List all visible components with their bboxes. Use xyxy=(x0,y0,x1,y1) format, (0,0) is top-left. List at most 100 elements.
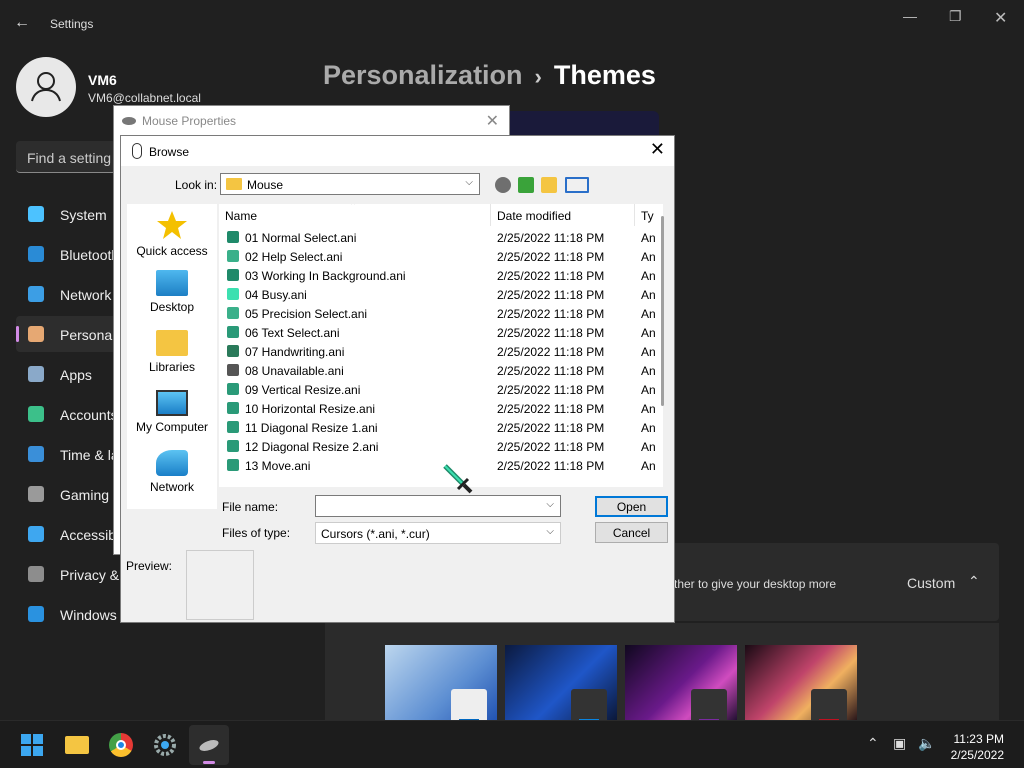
clock[interactable]: 11:23 PM 2/25/2022 xyxy=(951,731,1004,763)
place-my-computer[interactable]: My Computer xyxy=(127,390,217,434)
close-icon[interactable]: ✕ xyxy=(486,111,499,131)
sidebar-item-privacy[interactable]: Privacy & security xyxy=(16,556,126,592)
file-row[interactable]: 04 Busy.ani 2/25/2022 11:18 PM An xyxy=(219,285,656,304)
file-date: 2/25/2022 11:18 PM xyxy=(497,307,605,321)
file-row[interactable]: 05 Precision Select.ani 2/25/2022 11:18 P… xyxy=(219,304,656,323)
file-date: 2/25/2022 11:18 PM xyxy=(497,269,605,283)
chevron-down-icon: ⌵ xyxy=(546,526,554,537)
computer-icon xyxy=(156,390,188,416)
sidebar-item-label: Windows Update xyxy=(60,607,126,623)
place-label: Desktop xyxy=(149,300,195,314)
file-date: 2/25/2022 11:18 PM xyxy=(497,440,605,454)
sword-cursor-icon xyxy=(443,464,473,494)
column-header-type[interactable]: Ty xyxy=(635,204,663,226)
column-header-name[interactable]: Name xyxy=(219,204,491,226)
cursor-file-icon xyxy=(227,307,239,319)
clock-date: 2/25/2022 xyxy=(950,748,1004,762)
sidebar-item-label: Accounts xyxy=(60,407,118,423)
sidebar-item-personalization[interactable]: Personalization xyxy=(16,316,126,352)
file-row[interactable]: 03 Working In Background.ani 2/25/2022 11… xyxy=(219,266,656,285)
sidebar-item-apps[interactable]: Apps xyxy=(16,356,126,392)
nav-icon xyxy=(28,206,44,222)
file-row[interactable]: 01 Normal Select.ani 2/25/2022 11:18 PM An xyxy=(219,228,656,247)
file-type: An xyxy=(641,421,656,435)
file-list: ⌃ Name Date modified Ty 01 Normal Select… xyxy=(219,204,663,487)
mouse-icon xyxy=(198,737,220,754)
place-label: Libraries xyxy=(148,360,196,374)
place-desktop[interactable]: Desktop xyxy=(127,270,217,314)
file-explorer-icon[interactable] xyxy=(65,736,89,754)
cursor-file-icon xyxy=(227,231,239,243)
search-input[interactable]: Find a setting xyxy=(16,141,116,173)
breadcrumb-parent[interactable]: Personalization xyxy=(323,60,523,90)
view-menu-icon[interactable] xyxy=(565,177,589,193)
cancel-button[interactable]: Cancel xyxy=(595,522,668,543)
file-date: 2/25/2022 11:18 PM xyxy=(497,345,605,359)
column-header-date[interactable]: Date modified xyxy=(491,204,635,226)
sidebar-item-windows[interactable]: Windows Update xyxy=(16,596,126,632)
volume-icon[interactable]: 🔈 xyxy=(918,735,935,752)
place-quick-access[interactable]: Quick access xyxy=(127,210,217,258)
look-in-select[interactable]: Mouse ⌵ xyxy=(220,173,480,195)
place-network[interactable]: Network xyxy=(127,450,217,494)
chevron-up-icon[interactable]: ⌃ xyxy=(867,735,879,752)
file-date: 2/25/2022 11:18 PM xyxy=(497,231,605,245)
theme-thumbnail[interactable] xyxy=(625,645,737,725)
file-date: 2/25/2022 11:18 PM xyxy=(497,421,605,435)
file-row[interactable]: 12 Diagonal Resize 2.ani 2/25/2022 11:18 … xyxy=(219,437,656,456)
file-date: 2/25/2022 11:18 PM xyxy=(497,459,605,473)
cursor-file-icon xyxy=(227,440,239,452)
file-row[interactable]: 02 Help Select.ani 2/25/2022 11:18 PM An xyxy=(219,247,656,266)
sidebar-item-bluetooth[interactable]: Bluetooth & devices xyxy=(16,236,126,272)
sidebar-item-network[interactable]: Network & internet xyxy=(16,276,126,312)
preview-label: Preview: xyxy=(126,559,173,573)
look-in-label: Look in: xyxy=(175,178,218,192)
close-icon[interactable]: ✕ xyxy=(650,139,665,160)
chevron-up-icon[interactable]: ⌃ xyxy=(968,573,980,590)
avatar[interactable] xyxy=(16,57,76,117)
network-icon[interactable]: ▣ xyxy=(893,735,906,752)
sidebar-item-system[interactable]: System xyxy=(16,196,126,232)
file-row[interactable]: 07 Handwriting.ani 2/25/2022 11:18 PM An xyxy=(219,342,656,361)
file-row[interactable]: 10 Horizontal Resize.ani 2/25/2022 11:18 … xyxy=(219,399,656,418)
sidebar-item-accessibility[interactable]: Accessibility xyxy=(16,516,126,552)
cursor-file-icon xyxy=(227,345,239,357)
up-folder-icon[interactable] xyxy=(518,177,534,193)
look-in-value: Mouse xyxy=(247,178,284,192)
vertical-scrollbar[interactable] xyxy=(661,216,664,406)
maximize-icon[interactable]: ❐ xyxy=(949,8,962,25)
mouse-properties-taskbar-button[interactable] xyxy=(189,725,229,765)
file-row[interactable]: 08 Unavailable.ani 2/25/2022 11:18 PM An xyxy=(219,361,656,380)
file-row[interactable]: 13 Move.ani 2/25/2022 11:18 PM An xyxy=(219,456,656,475)
sidebar-item-time[interactable]: Time & language xyxy=(16,436,126,472)
file-row[interactable]: 06 Text Select.ani 2/25/2022 11:18 PM An xyxy=(219,323,656,342)
theme-thumbnail[interactable] xyxy=(745,645,857,725)
file-row[interactable]: 09 Vertical Resize.ani 2/25/2022 11:18 PM… xyxy=(219,380,656,399)
back-icon[interactable] xyxy=(495,177,511,193)
start-icon[interactable] xyxy=(20,733,44,757)
mouse-properties-title: Mouse Properties xyxy=(142,114,237,128)
sidebar-item-gaming[interactable]: Gaming xyxy=(16,476,126,512)
window-title: Settings xyxy=(50,17,94,31)
back-arrow-icon[interactable]: ← xyxy=(14,14,30,32)
settings-gear-icon[interactable] xyxy=(153,733,177,757)
breadcrumb: Personalization › Themes xyxy=(323,60,656,91)
open-button[interactable]: Open xyxy=(595,496,668,517)
place-libraries[interactable]: Libraries xyxy=(127,330,217,374)
close-icon[interactable]: ✕ xyxy=(994,8,1007,28)
file-type: An xyxy=(641,288,656,302)
file-name-input[interactable]: ⌵ xyxy=(315,495,561,517)
chrome-icon[interactable] xyxy=(109,733,133,757)
file-type: An xyxy=(641,364,656,378)
theme-thumbnail[interactable] xyxy=(385,645,497,725)
file-row[interactable]: 11 Diagonal Resize 1.ani 2/25/2022 11:18 … xyxy=(219,418,656,437)
files-of-type-select[interactable]: Cursors (*.ani, *.cur) ⌵ xyxy=(315,522,561,544)
mouse-icon xyxy=(132,143,142,159)
libraries-icon xyxy=(156,330,188,356)
theme-thumbnail[interactable] xyxy=(505,645,617,725)
star-icon xyxy=(156,210,188,240)
sidebar-item-accounts[interactable]: Accounts xyxy=(16,396,126,432)
new-folder-icon[interactable] xyxy=(541,177,557,193)
sidebar-item-label: Gaming xyxy=(60,487,110,503)
minimize-icon[interactable]: — xyxy=(903,8,917,24)
